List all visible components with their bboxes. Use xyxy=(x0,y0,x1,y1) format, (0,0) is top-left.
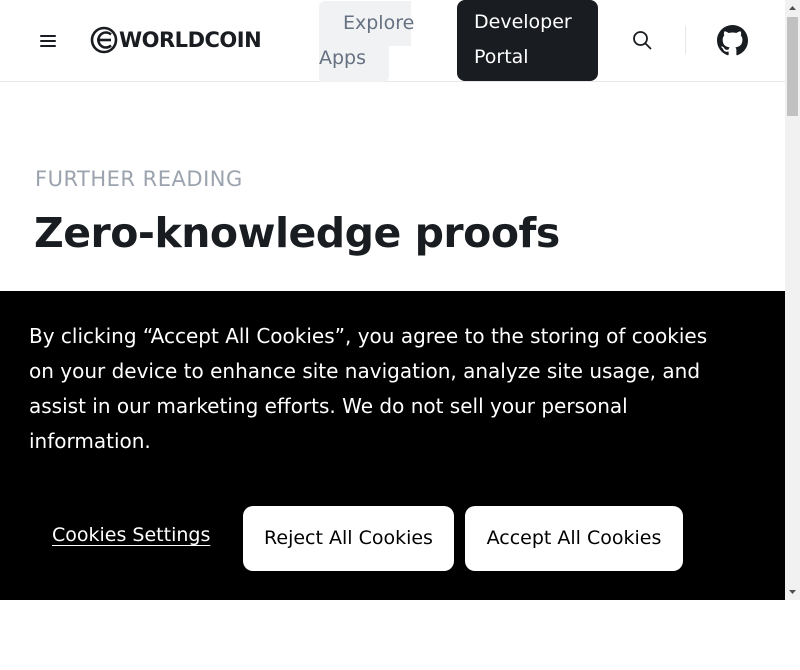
menu-icon[interactable] xyxy=(36,29,60,53)
cookie-banner: By clicking “Accept All Cookies”, you ag… xyxy=(0,291,785,600)
header-divider xyxy=(685,26,686,54)
section-eyebrow: FURTHER READING xyxy=(35,167,243,191)
page-scrollbar[interactable] xyxy=(785,0,800,600)
developer-portal-button[interactable]: Developer Portal xyxy=(457,0,598,81)
site-header: WORLDCOIN Explore Apps Developer Portal xyxy=(0,0,785,82)
explore-apps-label: Explore Apps xyxy=(319,12,415,69)
accept-all-cookies-button[interactable]: Accept All Cookies xyxy=(465,506,683,571)
explore-apps-button[interactable]: Explore Apps xyxy=(319,1,415,82)
cookies-settings-link[interactable]: Cookies Settings xyxy=(52,524,210,546)
logo[interactable]: WORLDCOIN xyxy=(90,26,262,54)
scroll-thumb[interactable] xyxy=(787,17,798,116)
reject-all-cookies-button[interactable]: Reject All Cookies xyxy=(243,506,454,571)
cookie-consent-text: By clicking “Accept All Cookies”, you ag… xyxy=(29,324,708,453)
worldcoin-logo-icon xyxy=(90,26,118,54)
logo-text: WORLDCOIN xyxy=(119,28,262,52)
scroll-down-arrow-icon[interactable] xyxy=(785,586,800,598)
github-icon[interactable] xyxy=(717,25,748,56)
page-title: Zero-knowledge proofs xyxy=(34,209,560,257)
developer-portal-label: Developer Portal xyxy=(474,11,572,68)
scroll-up-arrow-icon[interactable] xyxy=(785,2,800,14)
search-icon[interactable] xyxy=(631,29,653,51)
